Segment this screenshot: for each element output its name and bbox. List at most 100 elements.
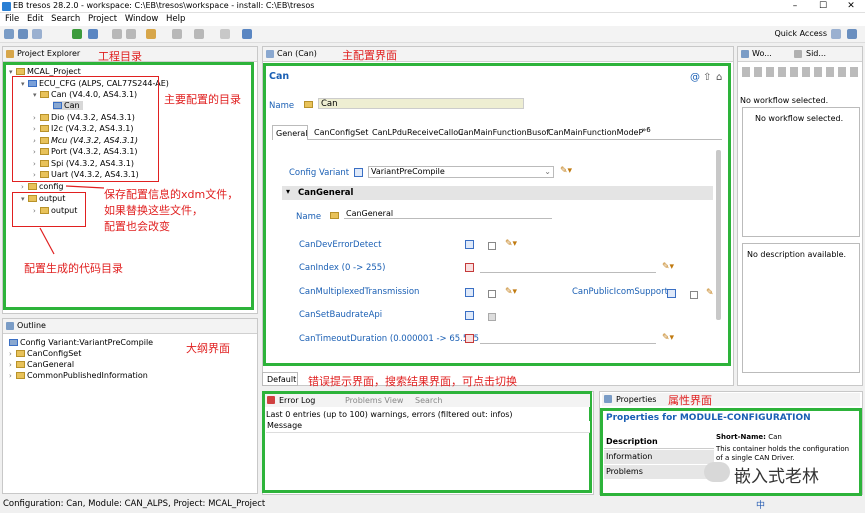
pencil-icon[interactable]: ✎▾: [505, 287, 517, 297]
status-text: Configuration: Can, Module: CAN_ALPS, Pr…: [3, 499, 266, 509]
public-icom-checkbox[interactable]: [690, 291, 698, 299]
annotation-output-dir: 配置生成的代码目录: [24, 262, 123, 275]
help-icon[interactable]: @: [690, 72, 700, 83]
tab-error-log[interactable]: Error Log: [279, 396, 315, 405]
outline-label: Outline: [17, 321, 46, 330]
name-input[interactable]: Can: [318, 98, 524, 109]
pin-icon[interactable]: [220, 29, 230, 39]
tab-overflow[interactable]: »6: [642, 126, 651, 134]
multiplexed-tx-checkbox[interactable]: [488, 290, 496, 298]
properties-row-problems[interactable]: Problems: [604, 465, 714, 479]
tab-canlpdu[interactable]: CanLPduReceiveCallou: [372, 128, 463, 137]
errorlog-column-header[interactable]: Message: [266, 421, 590, 433]
properties-header: Properties for MODULE-CONFIGURATION: [606, 413, 811, 423]
menu-edit[interactable]: Edit: [27, 13, 43, 25]
layout-icon[interactable]: [242, 29, 252, 39]
save-all-icon[interactable]: [32, 29, 42, 39]
close-button[interactable]: ✕: [837, 0, 865, 13]
properties-tab[interactable]: Properties: [602, 393, 860, 406]
pencil-icon[interactable]: ✎: [706, 288, 714, 298]
generate-icon[interactable]: [72, 29, 82, 39]
outline-item-config-variant[interactable]: Config Variant:VariantPreCompile: [9, 338, 153, 347]
module-icon: [40, 148, 49, 155]
ime-indicator[interactable]: 中: [756, 498, 765, 511]
back-icon[interactable]: [172, 29, 182, 39]
config-variant-select[interactable]: VariantPreCompile ⌄: [368, 166, 554, 178]
pencil-icon[interactable]: ✎▾: [662, 333, 674, 343]
outline-item-common-published[interactable]: › CommonPublishedInformation: [9, 371, 148, 380]
perspective-tresos-icon[interactable]: [847, 29, 857, 39]
tab-busoff[interactable]: CanMainFunctionBusof: [458, 128, 549, 137]
folder-icon: [16, 361, 25, 368]
tree-item-can-module[interactable]: ▾ Can (V4.4.0, AS4.3.1): [33, 90, 137, 99]
tree-item-mcu[interactable]: › Mcu (V4.3.2, AS4.3.1): [33, 136, 138, 145]
perspective-icon[interactable]: [831, 29, 841, 39]
pencil-icon[interactable]: ✎▾: [662, 262, 674, 272]
editor-tab[interactable]: Can (Can): [263, 47, 733, 62]
wizard-icon[interactable]: [146, 29, 156, 39]
tree-item-mcal-project[interactable]: ▾ MCAL_Project: [9, 67, 81, 76]
tab-general[interactable]: General: [272, 125, 308, 140]
tab-modep[interactable]: CanMainFunctionModeP: [548, 128, 643, 137]
timeout-duration-input[interactable]: [480, 334, 656, 344]
verify-icon[interactable]: [88, 29, 98, 39]
redo-icon[interactable]: [126, 29, 136, 39]
editor-tab-label: Can (Can): [277, 49, 317, 58]
home-icon[interactable]: ⌂: [716, 72, 722, 83]
param-timeout-duration: CanTimeoutDuration (0.000001 -> 65.535): [299, 334, 483, 344]
menu-search[interactable]: Search: [51, 13, 80, 25]
set-baudrate-checkbox[interactable]: [488, 313, 496, 321]
config-class-icon: [465, 311, 474, 320]
annotation-main-config-dir: 主要配置的目录: [164, 93, 241, 106]
tree-item-spi[interactable]: › Spi (V4.3.2, AS4.3.1): [33, 159, 134, 168]
menu-project[interactable]: Project: [88, 13, 117, 25]
section-header[interactable]: ▾ CanGeneral: [282, 186, 713, 200]
quick-access[interactable]: Quick Access: [774, 29, 827, 38]
section-title: CanGeneral: [298, 188, 354, 198]
tab-search[interactable]: Search: [415, 396, 442, 405]
properties-row-description[interactable]: Description: [604, 435, 714, 449]
tab-problems-view[interactable]: Problems View: [345, 396, 403, 405]
sidebar-tab-label[interactable]: Sid...: [806, 49, 826, 58]
can-index-input[interactable]: [480, 263, 656, 273]
tree-item-dio[interactable]: › Dio (V4.3.2, AS4.3.1): [33, 113, 135, 122]
annotation-project-dir: 工程目录: [98, 50, 142, 63]
editor-scrollbar[interactable]: [716, 150, 721, 320]
pencil-icon[interactable]: ✎▾: [560, 166, 572, 176]
tree-item-can-config[interactable]: Can: [53, 101, 83, 110]
editor-header: Can: [269, 71, 290, 82]
workflow-list[interactable]: No workflow selected.: [742, 107, 860, 237]
app-icon: [2, 2, 11, 11]
properties-icon: [604, 395, 612, 403]
properties-row-information[interactable]: Information: [604, 450, 714, 464]
menu-window[interactable]: Window: [125, 13, 159, 25]
section-name-input[interactable]: CanGeneral: [344, 209, 552, 219]
new-icon[interactable]: [4, 29, 14, 39]
tree-item-uart[interactable]: › Uart (V4.3.2, AS4.3.1): [33, 170, 139, 179]
outline-item-cangeneral[interactable]: › CanGeneral: [9, 360, 74, 369]
tab-canconfigset[interactable]: CanConfigSet: [314, 128, 368, 137]
menu-help[interactable]: Help: [166, 13, 185, 25]
tab-default[interactable]: Default: [262, 372, 298, 386]
workflow-tab[interactable]: Wo... Sid...: [738, 47, 862, 62]
tree-item-i2c[interactable]: › I2c (V4.3.2, AS4.3.1): [33, 124, 133, 133]
config-class-icon: [465, 240, 474, 249]
outline-item-canconfigset[interactable]: › CanConfigSet: [9, 349, 81, 358]
folder-icon: [16, 350, 25, 357]
maximize-button[interactable]: ☐: [809, 0, 837, 13]
section-name-label: Name: [296, 212, 322, 222]
dev-error-detect-checkbox[interactable]: [488, 242, 496, 250]
tree-item-port[interactable]: › Port (V4.3.2, AS4.3.1): [33, 147, 137, 156]
outline-tab[interactable]: Outline: [3, 319, 257, 334]
up-icon[interactable]: ⇧: [703, 72, 711, 83]
menu-file[interactable]: File: [5, 13, 19, 25]
tree-item-ecu-cfg[interactable]: ▾ ECU_CFG (ALPS, CAL77S244-AE): [21, 79, 169, 88]
save-icon[interactable]: [18, 29, 28, 39]
annotation-properties-ui: 属性界面: [668, 394, 712, 407]
workflow-toolbar[interactable]: [742, 67, 860, 77]
pencil-icon[interactable]: ✎▾: [505, 239, 517, 249]
minimize-button[interactable]: –: [781, 0, 809, 13]
forward-icon[interactable]: [194, 29, 204, 39]
module-icon: [40, 137, 49, 144]
undo-icon[interactable]: [112, 29, 122, 39]
